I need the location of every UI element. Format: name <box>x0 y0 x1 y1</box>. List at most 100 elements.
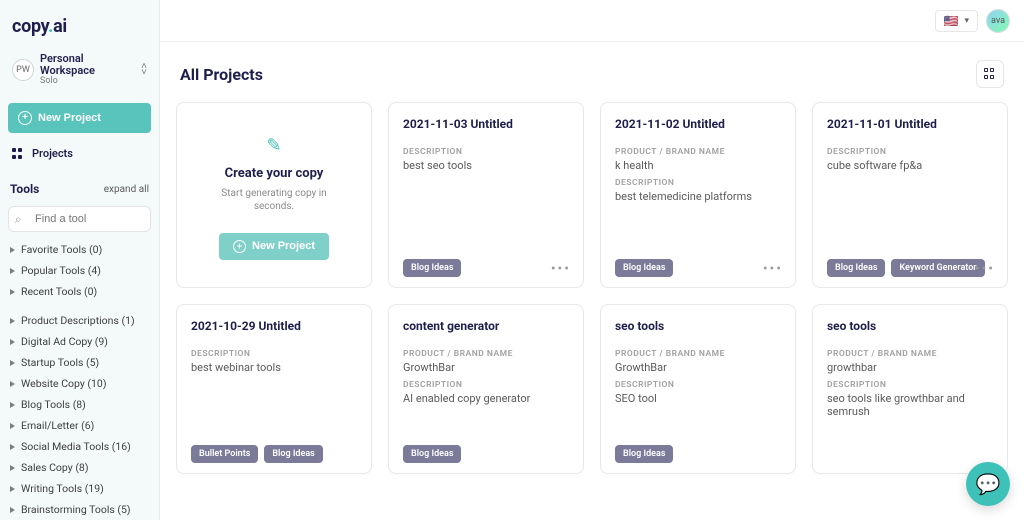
tag[interactable]: Bullet Points <box>191 445 258 463</box>
tool-search-input[interactable] <box>8 206 151 232</box>
create-button-label: New Project <box>252 240 315 252</box>
tag[interactable]: Blog Ideas <box>827 259 885 277</box>
tag[interactable]: Blog Ideas <box>403 445 461 463</box>
page-title: All Projects <box>180 65 263 84</box>
workspace-name: Personal Workspace <box>40 53 135 77</box>
meta-label: DESCRIPTION <box>403 147 569 157</box>
tool-category[interactable]: Product Descriptions (1) <box>8 311 151 330</box>
meta-value: GrowthBar <box>615 361 781 374</box>
meta-label: PRODUCT / BRAND NAME <box>827 349 993 359</box>
triangle-right-icon <box>10 268 15 274</box>
meta-value: best webinar tools <box>191 361 357 374</box>
triangle-right-icon <box>10 247 15 253</box>
tool-category-label: Email/Letter (6) <box>21 419 94 432</box>
tag-list: Blog Ideas <box>615 435 781 463</box>
project-title: 2021-11-01 Untitled <box>827 117 993 131</box>
chat-icon: 💬 <box>976 472 1001 496</box>
plus-circle-icon: + <box>233 240 246 253</box>
tag[interactable]: Blog Ideas <box>615 445 673 463</box>
tools-header: Tools expand all <box>8 178 151 200</box>
meta-label: PRODUCT / BRAND NAME <box>403 349 569 359</box>
flag-icon: 🇺🇸 <box>944 15 959 27</box>
meta-label: DESCRIPTION <box>615 380 781 390</box>
chevron-down-icon: ▾ <box>964 16 969 26</box>
tool-category[interactable]: Recent Tools (0) <box>8 282 151 301</box>
tool-category[interactable]: Favorite Tools (0) <box>8 240 151 259</box>
view-toggle-button[interactable] <box>976 60 1004 88</box>
tool-category[interactable]: Popular Tools (4) <box>8 261 151 280</box>
project-card[interactable]: 2021-11-03 Untitled DESCRIPTION best seo t… <box>388 102 584 288</box>
tool-category[interactable]: Brainstorming Tools (5) <box>8 500 151 519</box>
triangle-right-icon <box>10 444 15 450</box>
more-icon[interactable]: ••• <box>763 261 783 277</box>
project-card[interactable]: 2021-10-29 UntitledDESCRIPTIONbest webin… <box>176 304 372 474</box>
tag-list <box>827 453 993 463</box>
project-title: seo tools <box>615 319 781 333</box>
projects-grid-row2: 2021-10-29 Untitled DESCRIPTION best webin… <box>176 304 1008 474</box>
meta-value: best seo tools <box>403 159 569 172</box>
new-project-label: New Project <box>38 112 101 124</box>
chat-bubble-button[interactable]: 💬 <box>966 462 1010 506</box>
create-new-project-button[interactable]: + New Project <box>219 233 329 260</box>
project-title: content generator <box>403 319 569 333</box>
tool-category[interactable]: Email/Letter (6) <box>8 416 151 435</box>
tag-list: Blog Ideas <box>403 249 569 277</box>
meta-value: growthbar <box>827 361 993 374</box>
project-card[interactable]: content generatorPRODUCT / BRAND NAMEGro… <box>388 304 584 474</box>
workspace-switcher[interactable]: PW Personal Workspace Solo ˄˅ <box>8 49 151 91</box>
tool-category-label: Startup Tools (5) <box>21 356 99 369</box>
tag[interactable]: Blog Ideas <box>403 259 461 277</box>
new-project-button[interactable]: + New Project <box>8 103 151 133</box>
project-title: 2021-11-02 Untitled <box>615 117 781 131</box>
tool-category-label: Writing Tools (19) <box>21 482 104 495</box>
project-card[interactable]: seo toolsPRODUCT / BRAND NAMEgrowthbarDE… <box>812 304 1008 474</box>
tag-list: Bullet Points Blog Ideas <box>191 435 357 463</box>
meta-label: DESCRIPTION <box>403 380 569 390</box>
tool-category[interactable]: Digital Ad Copy (9) <box>8 332 151 351</box>
tool-category-label: Favorite Tools (0) <box>21 243 102 256</box>
tool-category[interactable]: Blog Tools (8) <box>8 395 151 414</box>
projects-grid-row1: ✎ Create your copy Start generating copy… <box>176 102 1008 288</box>
tool-category[interactable]: Startup Tools (5) <box>8 353 151 372</box>
tag-list: Blog Ideas <box>403 435 569 463</box>
tag[interactable]: Keyword Generator <box>891 259 984 277</box>
project-card[interactable]: 2021-11-01 UntitledDESCRIPTIONcube softw… <box>812 102 1008 288</box>
tag[interactable]: Blog Ideas <box>264 445 322 463</box>
meta-label: DESCRIPTION <box>615 178 781 188</box>
search-icon: ⌕ <box>15 212 22 227</box>
tool-category[interactable]: Social Media Tools (16) <box>8 437 151 456</box>
project-title: 2021-11-03 Untitled <box>403 117 569 131</box>
content-area: All Projects ✎ Create your copy Start ge… <box>160 42 1024 520</box>
meta-label: PRODUCT / BRAND NAME <box>615 147 781 157</box>
tools-title: Tools <box>10 182 39 196</box>
pencil-icon: ✎ <box>266 135 281 156</box>
workspace-label: Personal Workspace Solo <box>40 53 135 87</box>
more-icon[interactable]: ••• <box>975 261 995 277</box>
nav-projects-label: Projects <box>32 147 73 160</box>
tool-category[interactable]: Writing Tools (19) <box>8 479 151 498</box>
tool-category[interactable]: Website Copy (10) <box>8 374 151 393</box>
create-project-card[interactable]: ✎ Create your copy Start generating copy… <box>176 102 372 288</box>
more-icon[interactable]: ••• <box>551 261 571 277</box>
triangle-right-icon <box>10 318 15 324</box>
locale-selector[interactable]: 🇺🇸 ▾ <box>935 10 978 32</box>
tool-category[interactable]: Sales Copy (8) <box>8 458 151 477</box>
project-card[interactable]: 2021-11-02 UntitledPRODUCT / BRAND NAMEk… <box>600 102 796 288</box>
tag[interactable]: Blog Ideas <box>615 259 673 277</box>
brand-logo: copy.ai <box>8 12 151 49</box>
project-card[interactable]: seo tools PRODUCT / BRAND NAME GrowthBar DE… <box>600 304 796 474</box>
tool-list-top: Favorite Tools (0) Popular Tools (4) Recen… <box>8 240 151 301</box>
meta-label: DESCRIPTION <box>827 380 993 390</box>
tag-list: Blog Ideas Keyword Generator <box>827 249 993 277</box>
triangle-right-icon <box>10 507 15 513</box>
triangle-right-icon <box>10 360 15 366</box>
project-title: 2021-10-29 Untitled <box>191 319 357 333</box>
nav-projects[interactable]: Projects <box>8 139 151 168</box>
triangle-right-icon <box>10 289 15 295</box>
meta-value: best telemedicine platforms <box>615 190 781 203</box>
user-avatar[interactable]: ava <box>986 9 1010 33</box>
expand-all-button[interactable]: expand all <box>104 184 149 195</box>
meta-label: DESCRIPTION <box>827 147 993 157</box>
tag-list: Blog Ideas <box>615 249 781 277</box>
meta-label: PRODUCT / BRAND NAME <box>615 349 781 359</box>
